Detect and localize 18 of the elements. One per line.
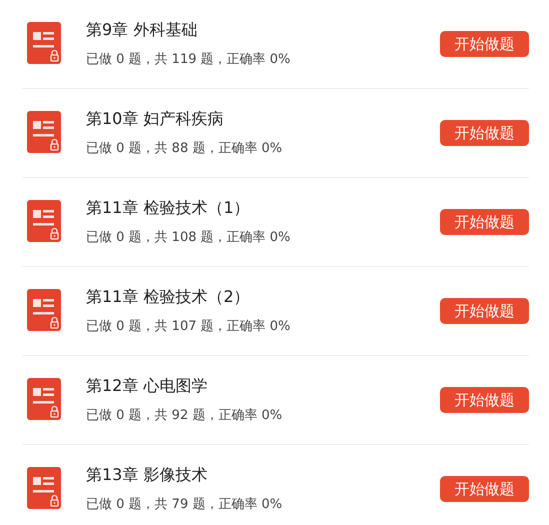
start-button[interactable]: 开始做题: [440, 31, 529, 57]
chapter-title: 第9章 外科基础: [86, 20, 198, 40]
chapter-title: 第12章 心电图学: [86, 376, 208, 396]
chapter-stats: 已做 0 题，共 79 题，正确率 0%: [86, 497, 284, 513]
start-button[interactable]: 开始做题: [440, 387, 529, 413]
chapter-stats: 已做 0 题，共 92 题，正确率 0%: [86, 408, 284, 424]
start-button[interactable]: 开始做题: [440, 120, 529, 146]
chapter-title: 第10章 妇产科疾病: [86, 109, 224, 129]
chapter-stats: 已做 0 题，共 107 题，正确率 0%: [86, 319, 292, 335]
start-button[interactable]: 开始做题: [440, 298, 529, 324]
chapter-title: 第13章 影像技术: [86, 465, 208, 485]
chapter-title: 第11章 检验技术（2）: [86, 287, 251, 307]
chapter-stats: 已做 0 题，共 108 题，正确率 0%: [86, 230, 292, 246]
chapter-title: 第11章 检验技术（1）: [86, 198, 251, 218]
chapter-stats: 已做 0 题，共 119 题，正确率 0%: [86, 52, 292, 68]
start-button[interactable]: 开始做题: [440, 476, 529, 502]
start-button[interactable]: 开始做题: [440, 209, 529, 235]
chapter-stats: 已做 0 题，共 88 题，正确率 0%: [86, 141, 284, 157]
